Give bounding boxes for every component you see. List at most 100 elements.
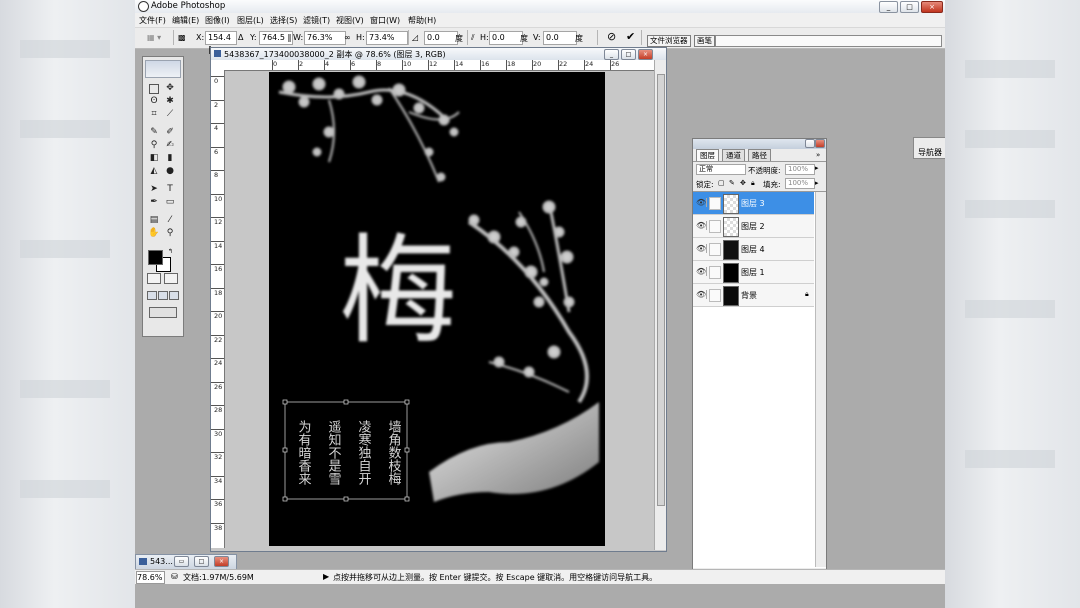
vertical-ruler[interactable]: 0 2 4 6 8 10 12 14 16 18 20 22 24 26 28 30 32 34 36 38 <box>211 70 225 548</box>
doc-maximize-button[interactable]: □ <box>621 49 636 60</box>
y-field[interactable]: 764.5 ‖ <box>259 31 293 45</box>
fill-arrow-icon[interactable]: ▸ <box>815 179 819 187</box>
layer-row-4[interactable]: 👁︎ 图层 4 <box>693 238 814 261</box>
tab-brush[interactable]: 画笔 <box>694 35 715 47</box>
menu-view[interactable]: 视图(V) <box>336 15 364 26</box>
minidoc-close-button[interactable]: × <box>214 556 229 567</box>
layers-scrollbar[interactable] <box>815 192 826 567</box>
zoom-field[interactable]: 78.6% <box>136 571 165 584</box>
type-tool-icon[interactable]: T <box>164 184 176 195</box>
hskew-field[interactable]: 0.0 <box>489 31 523 45</box>
visibility-eye-icon[interactable]: 👁︎ <box>696 221 707 230</box>
h-field[interactable]: 73.4% <box>366 31 408 45</box>
navigator-tab-label[interactable]: 导航器 <box>918 147 942 158</box>
tab-paths[interactable]: 路径 <box>748 149 771 161</box>
lock-transparency-icon[interactable]: ▢ <box>718 179 725 187</box>
minidoc-maximize-button[interactable]: □ <box>194 556 209 567</box>
link-icon[interactable]: ∞ <box>344 33 351 42</box>
commit-transform-icon[interactable]: ✔ <box>626 30 635 43</box>
healing-brush-icon[interactable]: ✎ <box>148 127 160 138</box>
cancel-transform-icon[interactable]: ⊘ <box>607 30 616 43</box>
standard-mode-icon[interactable] <box>147 273 161 284</box>
x-field[interactable]: 154.4 ‖ <box>205 31 237 54</box>
tab-channels[interactable]: 通道 <box>722 149 745 161</box>
layer-row-background[interactable]: 👁︎ 背景 🔒︎ <box>693 284 814 307</box>
layer-row-1[interactable]: 👁︎ 图层 1 <box>693 261 814 284</box>
status-arrow-icon[interactable]: ▶ <box>323 572 329 581</box>
dodge-tool-icon[interactable]: ● <box>164 166 176 177</box>
visibility-eye-icon[interactable]: 👁︎ <box>696 290 707 299</box>
minimized-document[interactable]: 543... ▭ □ × <box>135 554 237 570</box>
lock-position-icon[interactable]: ✥ <box>740 179 746 187</box>
shape-tool-icon[interactable]: ▭ <box>164 197 176 208</box>
doc-info-icon[interactable]: ⛁ <box>171 572 178 581</box>
menu-edit[interactable]: 编辑(E) <box>172 15 199 26</box>
layer-link-icon[interactable] <box>709 289 721 302</box>
menu-window[interactable]: 窗口(W) <box>370 15 400 26</box>
tab-file-browser[interactable]: 文件浏览器 <box>647 35 691 47</box>
menu-select[interactable]: 选择(S) <box>270 15 297 26</box>
rotate-field[interactable]: 0.0 <box>424 31 458 45</box>
hand-tool-icon[interactable]: ✋ <box>148 228 160 239</box>
visibility-eye-icon[interactable]: 👁︎ <box>696 267 707 276</box>
visibility-eye-icon[interactable]: 👁︎ <box>696 244 707 253</box>
image-canvas[interactable]: 梅 墙角数枝梅 凌寒独自开 遥知不是雪 为有暗香来 <box>269 72 605 546</box>
eraser-tool-icon[interactable]: ◧ <box>148 153 160 164</box>
menu-help[interactable]: 帮助(H) <box>408 15 436 26</box>
lasso-tool-icon[interactable]: ʘ <box>148 96 160 107</box>
panel-minimize-button[interactable] <box>805 139 815 148</box>
minidoc-restore-button[interactable]: ▭ <box>174 556 189 567</box>
layer-row-2[interactable]: 👁︎ 图层 2 <box>693 215 814 238</box>
tab-layers[interactable]: 图层 <box>696 149 719 161</box>
marquee-tool-icon[interactable] <box>149 84 159 94</box>
blur-tool-icon[interactable]: ◭ <box>148 166 160 177</box>
close-button[interactable]: × <box>921 1 943 13</box>
move-tool-icon[interactable]: ✥ <box>164 83 176 94</box>
w-field[interactable]: 76.3% <box>304 31 346 45</box>
lock-image-icon[interactable]: ✎ <box>729 179 735 187</box>
reference-point-icon[interactable]: ▩ <box>178 33 186 42</box>
scrollbar-thumb[interactable] <box>657 74 665 506</box>
opacity-arrow-icon[interactable]: ▸ <box>815 164 819 172</box>
minimize-button[interactable]: _ <box>879 1 898 13</box>
brush-tool-icon[interactable]: ✐ <box>164 127 176 138</box>
slice-tool-icon[interactable]: ⟋ <box>164 109 176 120</box>
pen-tool-icon[interactable]: ✒ <box>148 197 160 208</box>
vertical-scrollbar[interactable] <box>654 60 666 550</box>
panel-menu-icon[interactable]: » <box>816 151 820 159</box>
vskew-field[interactable]: 0.0 <box>543 31 577 45</box>
layer-row-3[interactable]: 👁︎ 图层 3 <box>693 192 814 215</box>
doc-minimize-button[interactable]: _ <box>604 49 619 60</box>
panel-close-button[interactable] <box>815 139 825 148</box>
screen-mode-2-icon[interactable] <box>158 291 168 300</box>
menu-file[interactable]: 文件(F) <box>139 15 166 26</box>
quickmask-mode-icon[interactable] <box>164 273 178 284</box>
history-brush-icon[interactable]: ✍ <box>164 140 176 151</box>
doc-close-button[interactable]: × <box>638 49 653 60</box>
opacity-field[interactable]: 100% <box>785 164 815 175</box>
blend-mode-select[interactable]: 正常 <box>696 164 746 175</box>
magic-wand-icon[interactable]: ✱ <box>164 96 176 107</box>
lock-all-icon[interactable]: 🔒︎ <box>751 179 755 188</box>
layer-link-icon[interactable] <box>709 266 721 279</box>
menu-layer[interactable]: 图层(L) <box>237 15 264 26</box>
crop-tool-icon[interactable]: ⌗ <box>148 109 160 120</box>
clone-stamp-icon[interactable]: ⚲ <box>148 140 160 151</box>
path-selection-icon[interactable]: ➤ <box>148 184 160 195</box>
visibility-eye-icon[interactable]: 👁︎ <box>696 198 707 207</box>
horizontal-ruler[interactable]: 0 2 4 6 8 10 12 14 16 18 20 22 24 26 <box>224 60 654 71</box>
zoom-tool-icon[interactable]: ⚲ <box>164 228 176 239</box>
layer-link-icon[interactable] <box>709 243 721 256</box>
gradient-tool-icon[interactable]: ▮ <box>164 153 176 164</box>
screen-mode-1-icon[interactable] <box>147 291 157 300</box>
eyedropper-icon[interactable]: ⁄ <box>164 215 176 226</box>
menu-image[interactable]: 图像(I) <box>205 15 230 26</box>
notes-tool-icon[interactable]: ▤ <box>148 215 160 226</box>
screen-mode-3-icon[interactable] <box>169 291 179 300</box>
swap-colors-icon[interactable]: ↰ <box>168 248 173 255</box>
foreground-color-swatch[interactable] <box>148 250 163 265</box>
tool-preset-icon[interactable]: ▦ ▾ <box>147 33 161 42</box>
maximize-button[interactable]: □ <box>900 1 919 13</box>
layer-link-icon[interactable] <box>709 220 721 233</box>
jump-to-imageready-icon[interactable] <box>149 307 177 318</box>
